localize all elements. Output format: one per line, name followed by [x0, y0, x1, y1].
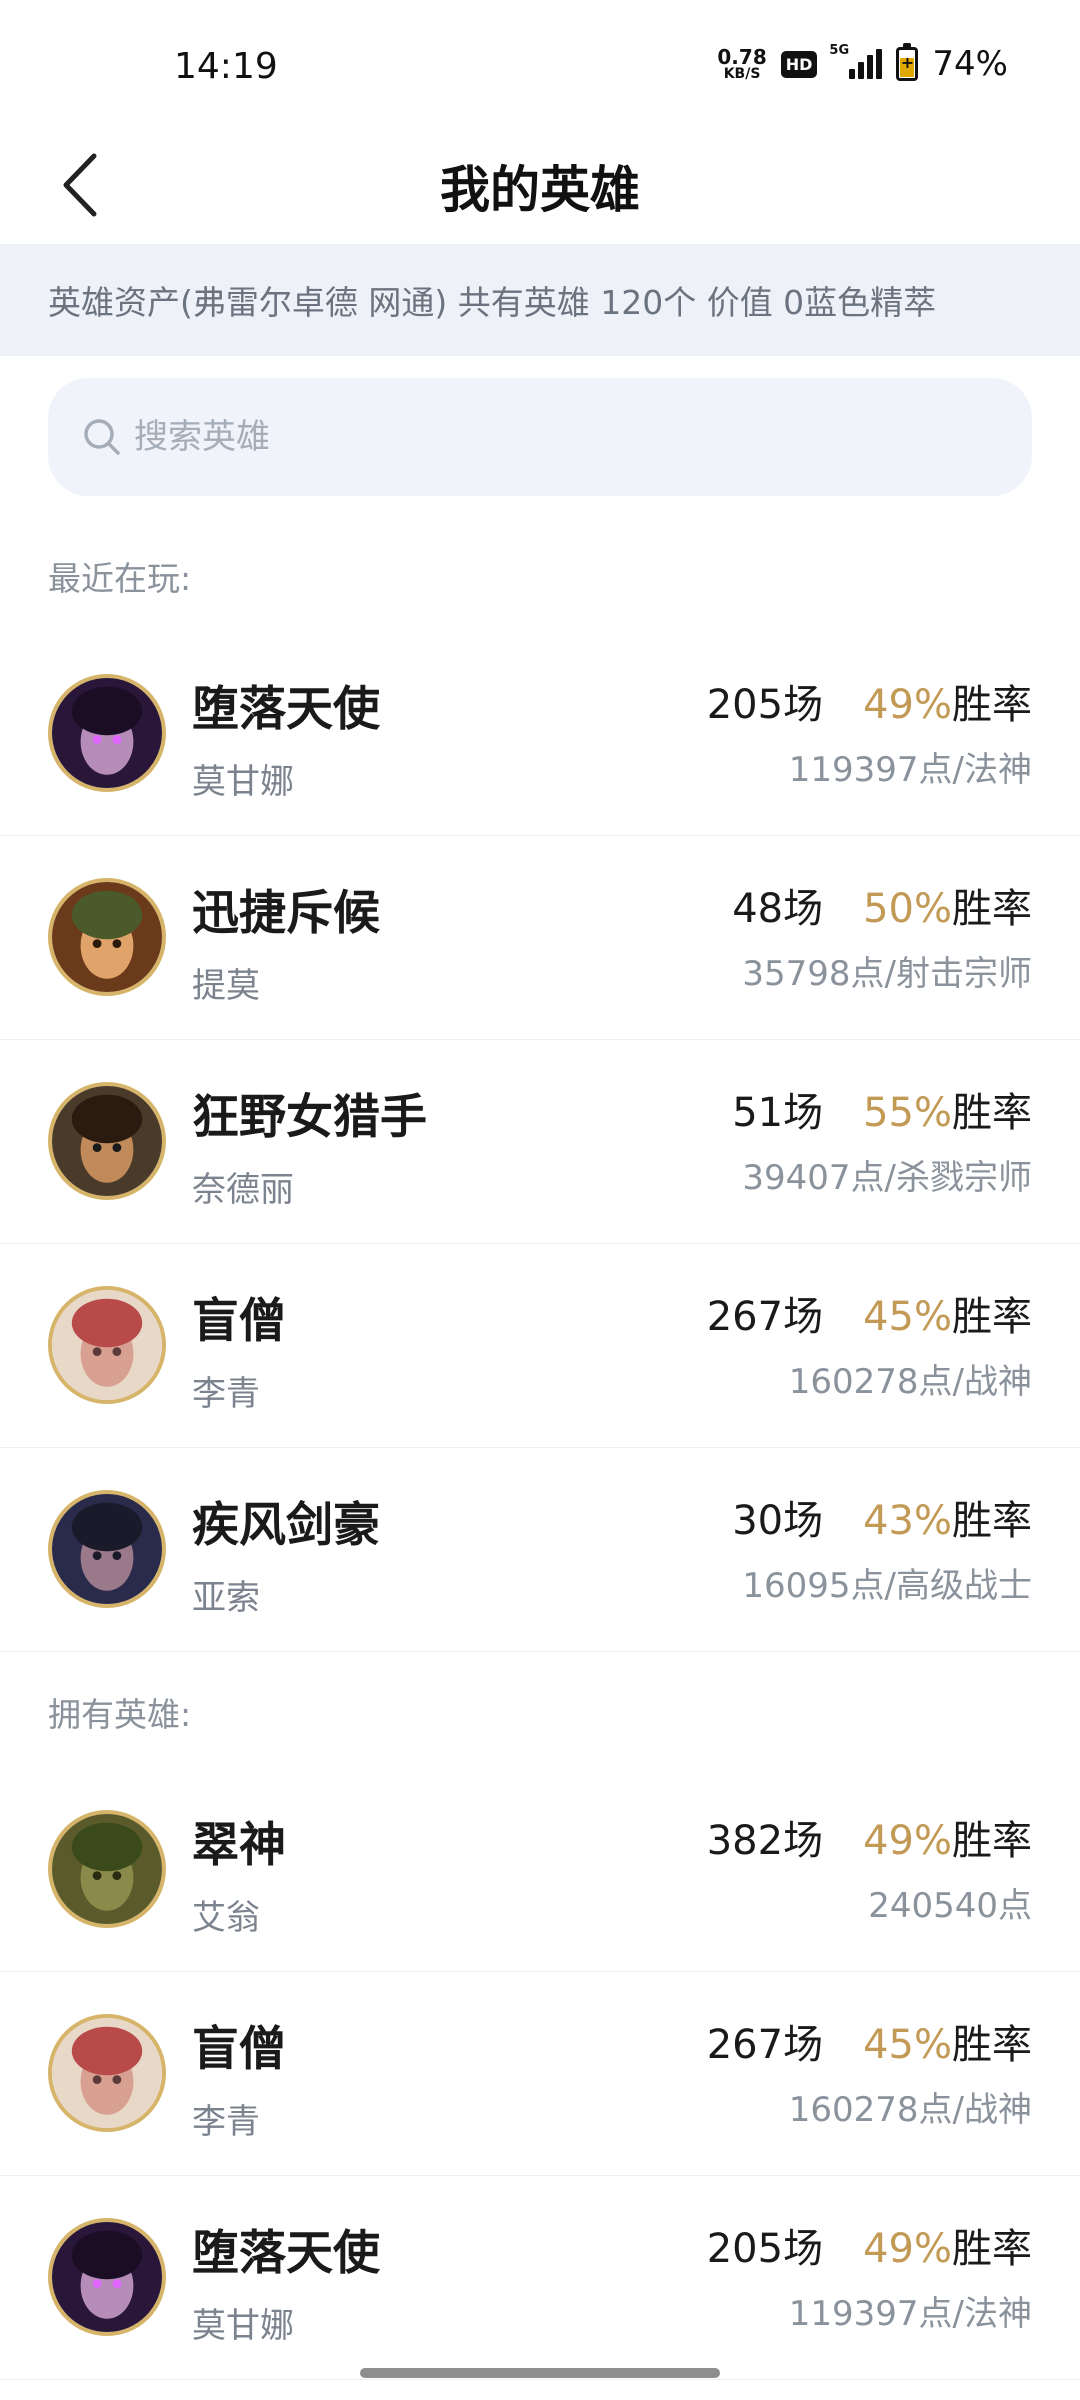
search-bar[interactable] [48, 378, 1032, 496]
hero-avatar [48, 2218, 166, 2336]
hero-win-rate-label: 胜率 [952, 1498, 1032, 1544]
hero-row[interactable]: 堕落天使 莫甘娜 205场 49% 胜率 119397点/法神 [0, 632, 1080, 836]
hero-win-rate: 45% [863, 1294, 952, 1340]
hero-points: 240540点 [868, 1886, 1032, 1926]
hero-points: 160278点/战神 [788, 1362, 1032, 1402]
network-speed-unit: KB/S [723, 66, 761, 82]
hero-stats: 205场 49% 胜率 [707, 672, 1032, 730]
signal-icon: 5G [829, 43, 883, 79]
hero-games: 48场 [732, 886, 824, 932]
page-title: 我的英雄 [440, 161, 640, 219]
hero-title: 堕落天使 [192, 682, 380, 737]
hero-title: 盲僧 [192, 2022, 286, 2077]
hero-name: 李青 [192, 2102, 260, 2142]
hero-stats: 205场 49% 胜率 [707, 2216, 1032, 2274]
hero-win-rate: 49% [863, 1818, 952, 1864]
hero-name: 李青 [192, 1374, 260, 1414]
hero-games: 267场 [706, 2022, 824, 2068]
hero-title: 堕落天使 [192, 2226, 380, 2281]
hero-row[interactable]: 狂野女猎手 奈德丽 51场 55% 胜率 39407点/杀戮宗师 [0, 1040, 1080, 1244]
hero-win-rate: 43% [863, 1498, 952, 1544]
hero-name: 亚索 [192, 1578, 260, 1618]
search-icon [84, 419, 120, 455]
hero-win-rate-label: 胜率 [952, 2022, 1032, 2068]
hero-games: 205场 [706, 2226, 824, 2272]
hero-avatar [48, 674, 166, 792]
hero-win-rate: 55% [863, 1090, 952, 1136]
hero-games: 30场 [732, 1498, 824, 1544]
hero-win-rate-label: 胜率 [952, 1294, 1032, 1340]
hero-win-rate-label: 胜率 [952, 2226, 1032, 2272]
hero-win-rate: 49% [863, 2226, 952, 2272]
asset-summary-text: 英雄资产(弗雷尔卓德 网通) 共有英雄 120个 价值 0蓝色精萃 [48, 283, 937, 322]
network-type-label: 5G [829, 43, 850, 58]
hero-stats: 30场 43% 胜率 [732, 1488, 1032, 1546]
hero-title: 狂野女猎手 [192, 1090, 427, 1145]
hero-stats: 267场 45% 胜率 [707, 2012, 1032, 2070]
hero-games: 205场 [706, 682, 824, 728]
hero-avatar [48, 1286, 166, 1404]
hero-avatar [48, 2014, 166, 2132]
hero-stats: 267场 45% 胜率 [707, 1284, 1032, 1342]
hero-row[interactable]: 翠神 艾翁 382场 49% 胜率 240540点 [0, 1768, 1080, 1972]
hero-points: 35798点/射击宗师 [742, 954, 1032, 994]
hero-name: 莫甘娜 [192, 762, 294, 802]
status-icons: 0.78 KB/S HD 5G + 74% [717, 43, 1008, 84]
hero-games: 382场 [706, 1818, 824, 1864]
network-speed: 0.78 KB/S [717, 47, 766, 81]
hero-title: 翠神 [192, 1818, 286, 1873]
search-input[interactable] [134, 417, 934, 457]
hero-avatar [48, 1082, 166, 1200]
hero-avatar [48, 1810, 166, 1928]
header: 我的英雄 [0, 140, 1080, 244]
hero-games: 51场 [732, 1090, 824, 1136]
asset-summary-banner: 英雄资产(弗雷尔卓德 网通) 共有英雄 120个 价值 0蓝色精萃 [0, 244, 1080, 356]
hero-title: 迅捷斥候 [192, 886, 380, 941]
network-speed-value: 0.78 [717, 45, 767, 69]
status-time: 14:19 [174, 46, 278, 87]
hero-name: 艾翁 [192, 1898, 260, 1938]
hero-win-rate: 49% [863, 682, 952, 728]
hero-win-rate: 45% [863, 2022, 952, 2068]
battery-percent: 74% [932, 44, 1008, 84]
hero-title: 盲僧 [192, 1294, 286, 1349]
hero-win-rate: 50% [863, 886, 952, 932]
recent-section-label: 最近在玩: [48, 559, 192, 598]
hero-points: 160278点/战神 [788, 2090, 1032, 2130]
hero-name: 莫甘娜 [192, 2306, 294, 2346]
hero-win-rate-label: 胜率 [952, 1090, 1032, 1136]
hero-row[interactable]: 迅捷斥候 提莫 48场 50% 胜率 35798点/射击宗师 [0, 836, 1080, 1040]
hero-row[interactable]: 盲僧 李青 267场 45% 胜率 160278点/战神 [0, 1244, 1080, 1448]
hero-win-rate-label: 胜率 [952, 1818, 1032, 1864]
hero-win-rate-label: 胜率 [952, 886, 1032, 932]
hero-points: 16095点/高级战士 [742, 1566, 1032, 1606]
hero-row[interactable]: 疾风剑豪 亚索 30场 43% 胜率 16095点/高级战士 [0, 1448, 1080, 1652]
hero-name: 提莫 [192, 966, 260, 1006]
hero-points: 119397点/法神 [788, 2294, 1032, 2334]
status-bar: 14:19 0.78 KB/S HD 5G + 74% [0, 0, 1080, 140]
home-indicator[interactable] [360, 2368, 720, 2378]
hero-stats: 51场 55% 胜率 [732, 1080, 1032, 1138]
hd-icon: HD [780, 50, 818, 78]
owned-section-label: 拥有英雄: [48, 1695, 192, 1734]
hero-avatar [48, 1490, 166, 1608]
hero-row[interactable]: 堕落天使 莫甘娜 205场 49% 胜率 119397点/法神 [0, 2176, 1080, 2380]
hero-row[interactable]: 盲僧 李青 267场 45% 胜率 160278点/战神 [0, 1972, 1080, 2176]
hero-games: 267场 [706, 1294, 824, 1340]
hero-name: 奈德丽 [192, 1170, 294, 1210]
hero-points: 119397点/法神 [788, 750, 1032, 790]
hero-avatar [48, 878, 166, 996]
battery-icon: + [896, 43, 919, 81]
hero-stats: 382场 49% 胜率 [707, 1808, 1032, 1866]
hero-win-rate-label: 胜率 [952, 682, 1032, 728]
hero-stats: 48场 50% 胜率 [732, 876, 1032, 934]
hero-points: 39407点/杀戮宗师 [742, 1158, 1032, 1198]
hero-title: 疾风剑豪 [192, 1498, 380, 1553]
